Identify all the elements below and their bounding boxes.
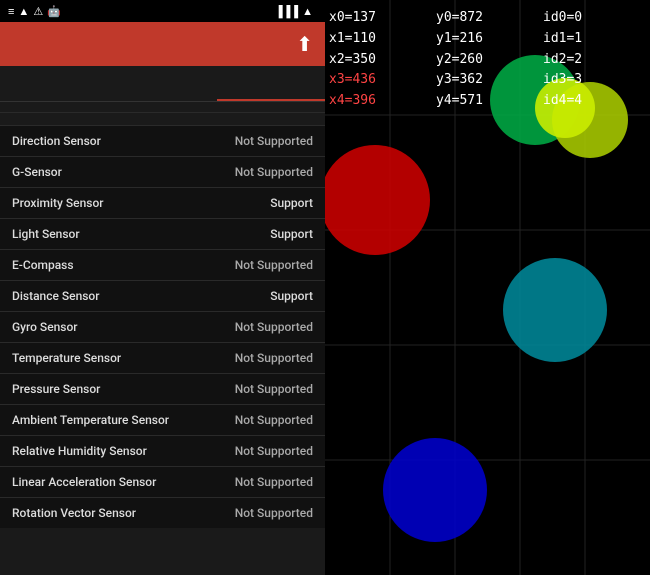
sensor-row: Light Sensor Support	[0, 218, 325, 249]
left-panel: ≡ ▲ ⚠ 🤖 ▐▐▐ ▲ ⬆ Direction Sensor Not Supp…	[0, 0, 325, 575]
access-row	[0, 102, 325, 113]
sensor-name: Direction Sensor	[12, 134, 101, 148]
sensor-name: Rotation Vector Sensor	[12, 506, 136, 520]
app-bar: ⬆	[0, 22, 325, 66]
touch-y-value: y2=260	[436, 50, 543, 71]
sensor-value: Not Supported	[235, 351, 313, 365]
touch-id-col: id0=0id1=1id2=2id3=3id4=4	[543, 8, 650, 112]
sensor-value: Support	[270, 289, 313, 303]
sensor-row: Pressure Sensor Not Supported	[0, 373, 325, 404]
status-bar: ≡ ▲ ⚠ 🤖 ▐▐▐ ▲	[0, 0, 325, 22]
touch-x-col: x0=137x1=110x2=350x3=436x4=396	[329, 8, 436, 112]
sensor-name: Linear Acceleration Sensor	[12, 475, 156, 489]
touch-y-value: y3=362	[436, 70, 543, 91]
tab-device-info[interactable]	[217, 66, 325, 101]
touch-x-value: x0=137	[329, 8, 436, 29]
sensor-value: Not Supported	[235, 382, 313, 396]
sensor-row: Gyro Sensor Not Supported	[0, 311, 325, 342]
sensor-row: Distance Sensor Support	[0, 280, 325, 311]
sensor-row: Linear Acceleration Sensor Not Supported	[0, 466, 325, 497]
sensor-row: Temperature Sensor Not Supported	[0, 342, 325, 373]
sensor-name: Distance Sensor	[12, 289, 100, 303]
touch-id-value: id1=1	[543, 29, 650, 50]
sensor-name: Gyro Sensor	[12, 320, 78, 334]
sensor-row: Ambient Temperature Sensor Not Supported	[0, 404, 325, 435]
sensor-row: Direction Sensor Not Supported	[0, 125, 325, 156]
android-icon: 🤖	[47, 5, 61, 18]
sensor-name: Proximity Sensor	[12, 196, 104, 210]
touch-circle-4	[503, 258, 607, 362]
sensor-value: Not Supported	[235, 413, 313, 427]
touch-x-value: x1=110	[329, 29, 436, 50]
touch-circle-5	[383, 438, 487, 542]
share-button[interactable]: ⬆	[296, 32, 313, 56]
touch-id-value: id4=4	[543, 91, 650, 112]
sensor-value: Not Supported	[235, 506, 313, 520]
sensor-value: Not Supported	[235, 134, 313, 148]
touch-id-value: id0=0	[543, 8, 650, 29]
tab-ranking[interactable]	[108, 66, 216, 101]
sensor-value: Not Supported	[235, 475, 313, 489]
sensor-name: E-Compass	[12, 258, 74, 272]
sensor-name: Temperature Sensor	[12, 351, 121, 365]
touch-x-value: x2=350	[329, 50, 436, 71]
sensor-value: Support	[270, 227, 313, 241]
sensor-row: E-Compass Not Supported	[0, 249, 325, 280]
warning-icon: ⚠	[33, 5, 43, 18]
sensor-name: Relative Humidity Sensor	[12, 444, 147, 458]
sensor-value: Not Supported	[235, 165, 313, 179]
menu-icon: ≡	[8, 5, 14, 18]
status-right-icons: ▐▐▐ ▲	[275, 5, 317, 18]
sensor-name: Pressure Sensor	[12, 382, 100, 396]
list-content: Direction Sensor Not Supported G-Sensor Not…	[0, 102, 325, 575]
sensor-name: Ambient Temperature Sensor	[12, 413, 169, 427]
tab-test[interactable]	[0, 66, 108, 101]
tab-bar	[0, 66, 325, 102]
touch-y-value: y4=571	[436, 91, 543, 112]
sensor-row: Relative Humidity Sensor Not Supported	[0, 435, 325, 466]
sensor-value: Not Supported	[235, 258, 313, 272]
sensor-row: G-Sensor Not Supported	[0, 156, 325, 187]
touch-y-col: y0=872y1=216y2=260y3=362y4=571	[436, 8, 543, 112]
signal-icon: ▐▐▐	[275, 5, 298, 18]
sensor-value: Not Supported	[235, 320, 313, 334]
sensor-row: Rotation Vector Sensor Not Supported	[0, 497, 325, 528]
notification-icon: ▲	[18, 5, 29, 18]
touch-y-value: y0=872	[436, 8, 543, 29]
section-header-others	[0, 113, 325, 125]
touch-x-value: x3=436	[329, 70, 436, 91]
sensor-value: Support	[270, 196, 313, 210]
touch-y-value: y1=216	[436, 29, 543, 50]
touch-info: x0=137x1=110x2=350x3=436x4=396 y0=872y1=…	[329, 8, 650, 112]
sensor-value: Not Supported	[235, 444, 313, 458]
sensor-row: Proximity Sensor Support	[0, 187, 325, 218]
status-left-icons: ≡ ▲ ⚠ 🤖	[8, 5, 61, 18]
sensor-list: Direction Sensor Not Supported G-Sensor Not…	[0, 125, 325, 528]
touch-circle-0	[325, 145, 430, 255]
touch-id-value: id3=3	[543, 70, 650, 91]
wifi-icon: ▲	[302, 5, 313, 18]
touch-id-value: id2=2	[543, 50, 650, 71]
touch-x-value: x4=396	[329, 91, 436, 112]
right-panel: x0=137x1=110x2=350x3=436x4=396 y0=872y1=…	[325, 0, 650, 575]
sensor-name: G-Sensor	[12, 165, 62, 179]
sensor-name: Light Sensor	[12, 227, 80, 241]
